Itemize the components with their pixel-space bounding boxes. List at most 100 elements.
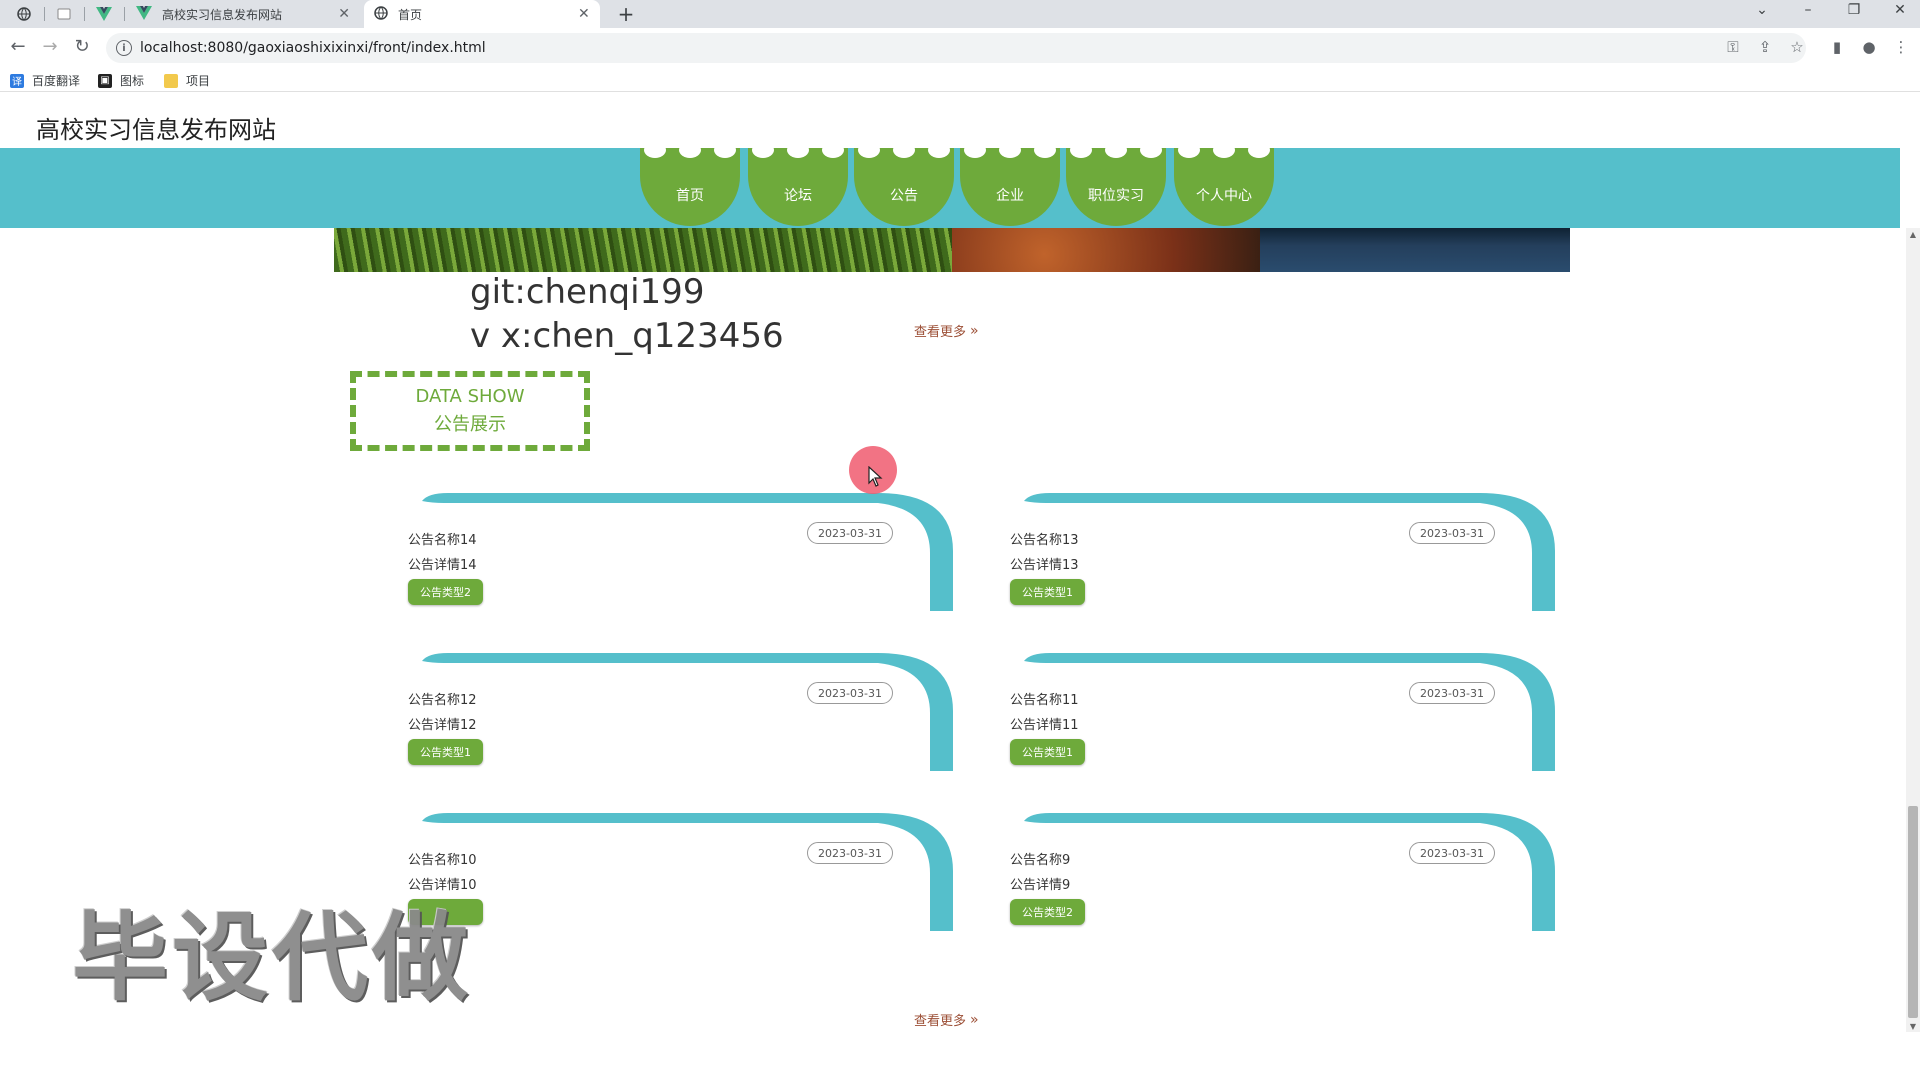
notice-date: 2023-03-31 [1409, 522, 1495, 544]
tab-title: 首页 [398, 7, 423, 22]
notice-card[interactable]: 公告名称9 公告详情9 2023-03-31 公告类型2 [1010, 811, 1555, 931]
bookmark-icons[interactable]: ▣ 图标 [98, 72, 144, 89]
notice-detail: 公告详情14 [408, 558, 477, 573]
bookmark-label: 百度翻译 [32, 74, 81, 88]
more-label: 查看更多 [914, 325, 967, 340]
nav-personal-center[interactable]: 个人中心 [1174, 142, 1274, 226]
minimize-button[interactable]: – [1793, 2, 1823, 18]
scroll-down-arrow-icon[interactable]: ▼ [1906, 1022, 1920, 1031]
folder-icon [164, 73, 178, 88]
share-icon[interactable]: ⇪ [1754, 38, 1776, 56]
info-icon[interactable]: i [116, 40, 132, 56]
notice-card[interactable]: 公告名称13 公告详情13 2023-03-31 公告类型1 [1010, 491, 1555, 611]
bookmark-project[interactable]: 项目 [164, 72, 210, 89]
address-bar[interactable]: i localhost:8080/gaoxiaoshixixinxi/front… [106, 33, 1806, 63]
nav-internship[interactable]: 职位实习 [1066, 142, 1166, 226]
more-link-bottom[interactable]: 查看更多 » [914, 1010, 979, 1030]
bookmark-baidu-translate[interactable]: 译 百度翻译 [10, 72, 80, 89]
restore-button[interactable]: ❐ [1839, 2, 1869, 18]
notice-name: 公告名称13 [1010, 533, 1079, 548]
site-header: 高校实习信息发布网站 [0, 98, 1920, 148]
double-chevron-right-icon: » [970, 322, 979, 339]
notice-name: 公告名称11 [1010, 693, 1079, 708]
nav-label: 职位实习 [1088, 188, 1144, 204]
browser-tab-bar: 高校实习信息发布网站 ✕ 首页 ✕ + ⌄ – ❐ ✕ [0, 0, 1920, 28]
site-title: 高校实习信息发布网站 [36, 116, 276, 144]
nav-company[interactable]: 企业 [960, 142, 1060, 226]
nav-label: 公告 [890, 188, 918, 204]
notice-type-badge[interactable]: 公告类型2 [1010, 899, 1085, 925]
scrollbar-thumb[interactable] [1908, 806, 1918, 1018]
card-arc-decoration [422, 493, 953, 611]
forward-button[interactable]: → [38, 36, 62, 57]
scroll-up-arrow-icon[interactable]: ▲ [1906, 230, 1920, 239]
notice-detail: 公告详情9 [1010, 878, 1071, 893]
notice-card[interactable]: 公告名称10 公告详情10 2023-03-31 [408, 811, 953, 931]
mouse-cursor-icon [868, 466, 883, 487]
more-link-top[interactable]: 查看更多 » [914, 321, 979, 341]
chevron-down-icon[interactable]: ⌄ [1747, 2, 1777, 18]
nav-label: 企业 [996, 188, 1024, 204]
notice-name: 公告名称9 [1010, 853, 1071, 868]
nav-home[interactable]: 首页 [640, 142, 740, 226]
nav-notice[interactable]: 公告 [854, 142, 954, 226]
notice-name: 公告名称14 [408, 533, 477, 548]
close-icon[interactable]: ✕ [338, 6, 350, 22]
notice-name: 公告名称12 [408, 693, 477, 708]
notice-name: 公告名称10 [408, 853, 477, 868]
profile-icon[interactable]: ● [1858, 38, 1880, 56]
image-icon: ▣ [98, 73, 112, 88]
notice-detail: 公告详情13 [1010, 558, 1079, 573]
main-nav: 首页 论坛 公告 企业 职位实习 个人中心 [0, 142, 1900, 228]
star-icon[interactable]: ☆ [1786, 38, 1808, 56]
double-chevron-right-icon: » [970, 1011, 979, 1028]
notice-detail: 公告详情12 [408, 718, 477, 733]
tab-title: 高校实习信息发布网站 [162, 7, 283, 22]
notice-type-badge[interactable]: 公告类型2 [408, 579, 483, 605]
window-close-button[interactable]: ✕ [1885, 2, 1915, 18]
bookmarks-bar: 译 百度翻译 ▣ 图标 项目 [0, 68, 1920, 92]
menu-icon[interactable]: ⋮ [1890, 38, 1912, 56]
banner-image [334, 228, 1570, 272]
notice-type-badge[interactable]: 公告类型1 [1010, 739, 1085, 765]
notice-date: 2023-03-31 [807, 682, 893, 704]
notice-type-badge[interactable]: 公告类型1 [408, 739, 483, 765]
cornfield-image [334, 228, 952, 272]
overlay-watermark: 毕设代做 [72, 902, 472, 1014]
tab-site[interactable]: 高校实习信息发布网站 ✕ [126, 0, 360, 28]
notice-type-badge[interactable]: 公告类型1 [1010, 579, 1085, 605]
section-cn-title: 公告展示 [434, 414, 506, 435]
page-tab-icon[interactable] [44, 0, 84, 28]
nav-forum[interactable]: 论坛 [748, 142, 848, 226]
card-arc-decoration [1024, 653, 1555, 771]
notice-date: 2023-03-31 [807, 842, 893, 864]
contact-git: git:chenqi199 [470, 272, 705, 312]
key-icon[interactable]: ⚿ [1722, 38, 1744, 56]
notice-card[interactable]: 公告名称11 公告详情11 2023-03-31 公告类型1 [1010, 651, 1555, 771]
contact-vx: v x:chen_q123456 [470, 316, 784, 356]
notice-card[interactable]: 公告名称14 公告详情14 2023-03-31 公告类型2 [408, 491, 953, 611]
tab-home[interactable]: 首页 ✕ [364, 0, 600, 28]
notice-date: 2023-03-31 [1409, 682, 1495, 704]
nav-label: 个人中心 [1196, 188, 1252, 204]
nav-label: 论坛 [784, 188, 812, 204]
close-icon[interactable]: ✕ [578, 6, 590, 22]
card-arc-decoration [422, 653, 953, 771]
url-text: localhost:8080/gaoxiaoshixixinxi/front/i… [140, 40, 486, 56]
lake-image [1260, 228, 1570, 272]
nav-label: 首页 [676, 188, 704, 204]
notice-card[interactable]: 公告名称12 公告详情12 2023-03-31 公告类型1 [408, 651, 953, 771]
back-button[interactable]: ← [6, 36, 30, 57]
globe-tab-icon[interactable] [4, 0, 44, 28]
translate-icon: 译 [10, 73, 24, 88]
new-tab-button[interactable]: + [614, 2, 638, 26]
bookmark-label: 图标 [120, 74, 145, 88]
reload-button[interactable]: ↻ [70, 36, 94, 57]
bookmark-label: 项目 [186, 74, 211, 88]
side-panel-icon[interactable]: ▮ [1826, 38, 1848, 56]
card-arc-decoration [1024, 813, 1555, 931]
section-en-title: DATA SHOW [415, 386, 525, 407]
browser-toolbar: ← → ↻ i localhost:8080/gaoxiaoshixixinxi… [0, 28, 1920, 68]
notice-date: 2023-03-31 [1409, 842, 1495, 864]
vue-tab-icon[interactable] [84, 0, 124, 28]
